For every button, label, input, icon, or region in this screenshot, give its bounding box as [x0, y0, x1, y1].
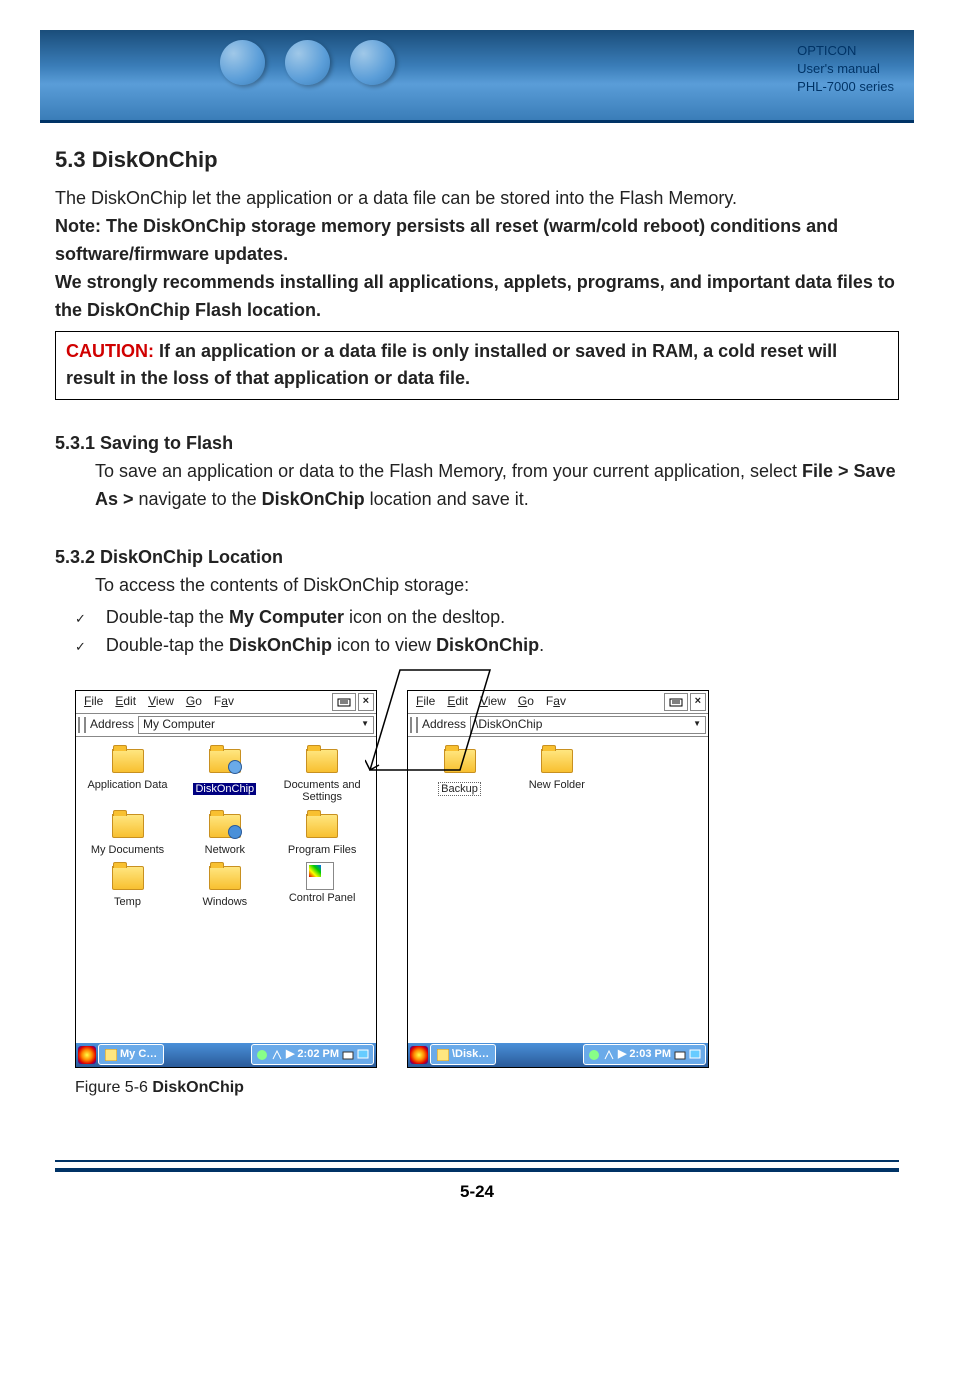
- caution-box: CAUTION: If an application or a data fil…: [55, 331, 899, 401]
- menu-go[interactable]: Go: [180, 690, 208, 713]
- keyboard-icon: [337, 696, 351, 708]
- menu-favorites[interactable]: Fav: [540, 690, 572, 713]
- tray-arrow-icon: ▶: [618, 1046, 626, 1063]
- address-bar: Address My Computer ▼: [76, 714, 376, 737]
- check-list: Double-tap the My Computer icon on the d…: [55, 604, 899, 660]
- caution-label: CAUTION:: [66, 341, 154, 361]
- system-tray[interactable]: ▶ 2:03 PM: [583, 1044, 706, 1065]
- address-input[interactable]: \DiskOnChip ▼: [470, 716, 706, 734]
- dropdown-icon[interactable]: ▼: [693, 718, 701, 730]
- header-manual: User's manual: [797, 60, 894, 78]
- page-number: 5-24: [0, 1182, 954, 1202]
- sip-button[interactable]: [664, 693, 688, 711]
- clock: 2:03 PM: [629, 1046, 671, 1063]
- desktop-icon[interactable]: [689, 1049, 701, 1061]
- subsection-1-body: To save an application or data to the Fl…: [95, 458, 899, 514]
- folder-network[interactable]: Network: [177, 810, 272, 857]
- menu-favorites[interactable]: Fav: [208, 690, 240, 713]
- taskbar-app-button[interactable]: My C…: [98, 1044, 164, 1065]
- file-area[interactable]: Application Data DiskOnChip Documents an…: [76, 737, 376, 1043]
- tray-icon-3: [674, 1049, 686, 1061]
- folder-program-files[interactable]: Program Files: [275, 810, 370, 857]
- address-input[interactable]: My Computer ▼: [138, 716, 374, 734]
- explorer-icon: [437, 1049, 449, 1061]
- tray-icon-2: [271, 1049, 283, 1061]
- taskbar: My C… ▶ 2:02 PM: [76, 1043, 376, 1067]
- header-decoration: [220, 40, 395, 85]
- folder-application-data[interactable]: Application Data: [80, 745, 175, 804]
- note-line-2: We strongly recommends installing all ap…: [55, 269, 899, 325]
- footer-rule: [55, 1160, 899, 1172]
- start-button[interactable]: [410, 1046, 428, 1064]
- system-tray[interactable]: ▶ 2:02 PM: [251, 1044, 374, 1065]
- figure-caption: Figure 5-6 DiskOnChip: [75, 1076, 899, 1101]
- tray-arrow-icon: ▶: [286, 1046, 294, 1063]
- intro-text: The DiskOnChip let the application or a …: [55, 185, 899, 213]
- clock: 2:02 PM: [297, 1046, 339, 1063]
- explorer-icon: [105, 1049, 117, 1061]
- folder-diskonchip[interactable]: DiskOnChip: [177, 745, 272, 804]
- folder-windows[interactable]: Windows: [177, 862, 272, 909]
- check-item-2: Double-tap the DiskOnChip icon to view D…: [75, 632, 899, 660]
- folder-my-documents[interactable]: My Documents: [80, 810, 175, 857]
- header-brand: OPTICON: [797, 42, 894, 60]
- tray-icon-3: [342, 1049, 354, 1061]
- section-title: 5.3 DiskOnChip: [55, 143, 899, 177]
- callout-arrow: [365, 665, 495, 775]
- menu-edit[interactable]: Edit: [109, 690, 142, 713]
- address-value: My Computer: [143, 715, 215, 734]
- tray-icon-1: [588, 1049, 600, 1061]
- folder-documents-settings[interactable]: Documents and Settings: [275, 745, 370, 804]
- file-area[interactable]: Backup New Folder: [408, 737, 708, 1043]
- control-panel[interactable]: Control Panel: [275, 862, 370, 909]
- grip-icon: [78, 717, 86, 733]
- note-line-1: Note: The DiskOnChip storage memory pers…: [55, 213, 899, 269]
- folder-temp[interactable]: Temp: [80, 862, 175, 909]
- keyboard-icon: [669, 696, 683, 708]
- menu-file[interactable]: File: [78, 690, 109, 713]
- sip-button[interactable]: [332, 693, 356, 711]
- header-series: PHL-7000 series: [797, 78, 894, 96]
- menu-view[interactable]: View: [142, 690, 180, 713]
- check-item-1: Double-tap the My Computer icon on the d…: [75, 604, 899, 632]
- subsection-1-title: 5.3.1 Saving to Flash: [55, 430, 899, 458]
- taskbar-app-button[interactable]: \Disk…: [430, 1044, 496, 1065]
- tray-icon-1: [256, 1049, 268, 1061]
- start-button[interactable]: [78, 1046, 96, 1064]
- close-button[interactable]: ×: [690, 693, 706, 711]
- address-label: Address: [88, 715, 136, 734]
- desktop-icon[interactable]: [357, 1049, 369, 1061]
- explorer-window-my-computer: File Edit View Go Fav × Address My Compu…: [75, 690, 377, 1068]
- menu-go[interactable]: Go: [512, 690, 540, 713]
- folder-new-folder[interactable]: New Folder: [509, 745, 604, 798]
- subsection-2-intro: To access the contents of DiskOnChip sto…: [95, 572, 899, 600]
- taskbar: \Disk… ▶ 2:03 PM: [408, 1043, 708, 1067]
- tray-icon-2: [603, 1049, 615, 1061]
- subsection-2-title: 5.3.2 DiskOnChip Location: [55, 544, 899, 572]
- header-text: OPTICON User's manual PHL-7000 series: [797, 42, 894, 97]
- caution-text: If an application or a data file is only…: [66, 341, 837, 389]
- header-banner: OPTICON User's manual PHL-7000 series: [40, 30, 914, 123]
- menubar: File Edit View Go Fav ×: [76, 691, 376, 714]
